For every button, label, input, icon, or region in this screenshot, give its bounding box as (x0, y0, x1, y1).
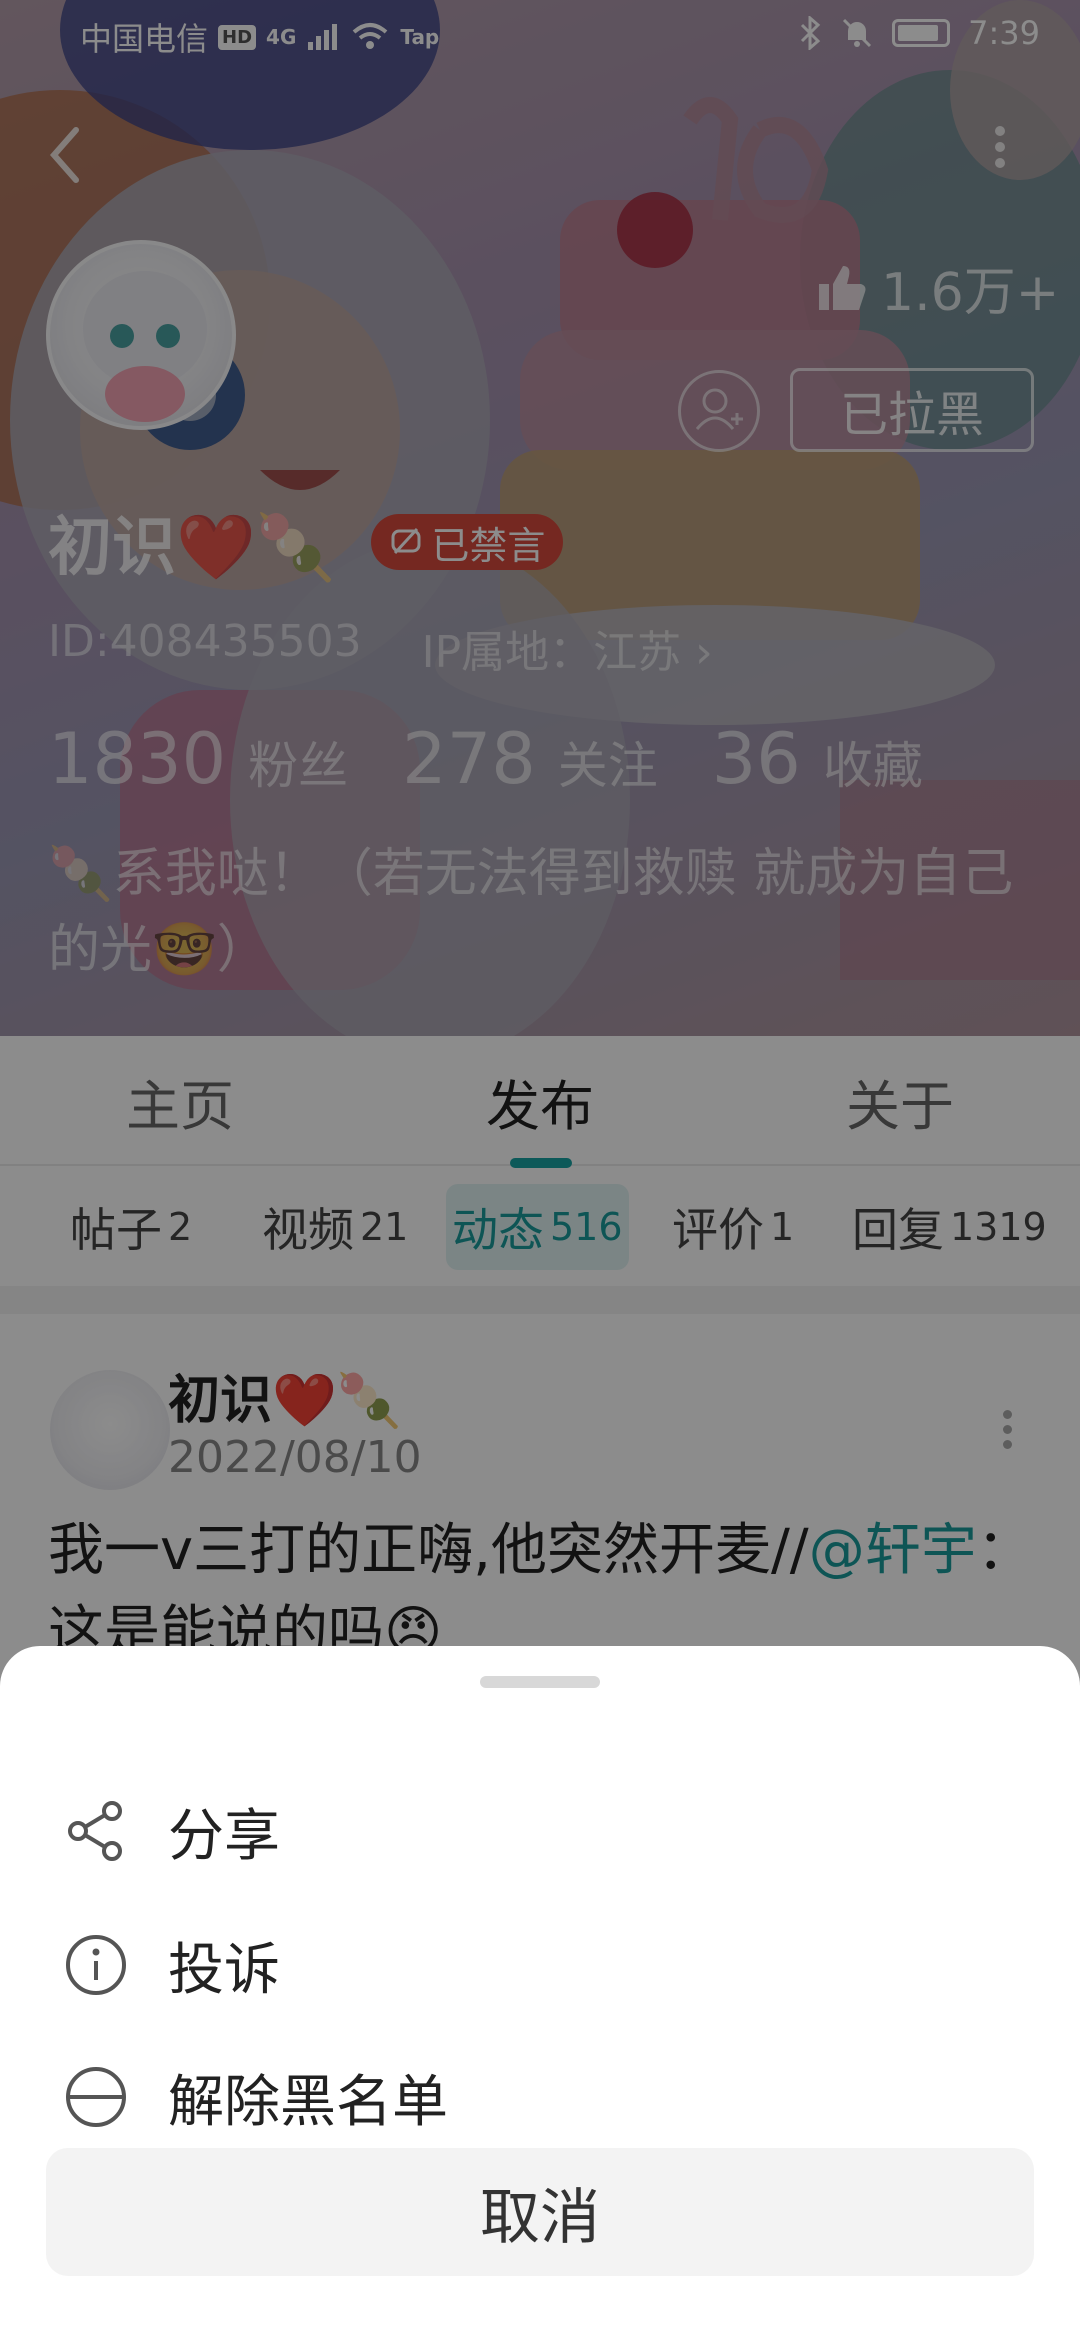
share-option[interactable]: 分享 (0, 1766, 1080, 1896)
cancel-button[interactable]: 取消 (46, 2148, 1034, 2276)
report-label: 投诉 (168, 1937, 280, 2003)
sheet-handle[interactable] (480, 1676, 600, 1688)
unblock-icon (66, 2067, 126, 2127)
share-icon (68, 1801, 122, 1861)
action-sheet: 分享 投诉 解除黑名单 取消 (0, 1646, 1080, 2340)
report-option[interactable]: 投诉 (0, 1900, 1080, 2030)
info-icon (66, 1935, 126, 1995)
unblock-label: 解除黑名单 (168, 2069, 448, 2135)
share-label: 分享 (168, 1803, 280, 1869)
unblock-option[interactable]: 解除黑名单 (0, 2032, 1080, 2162)
